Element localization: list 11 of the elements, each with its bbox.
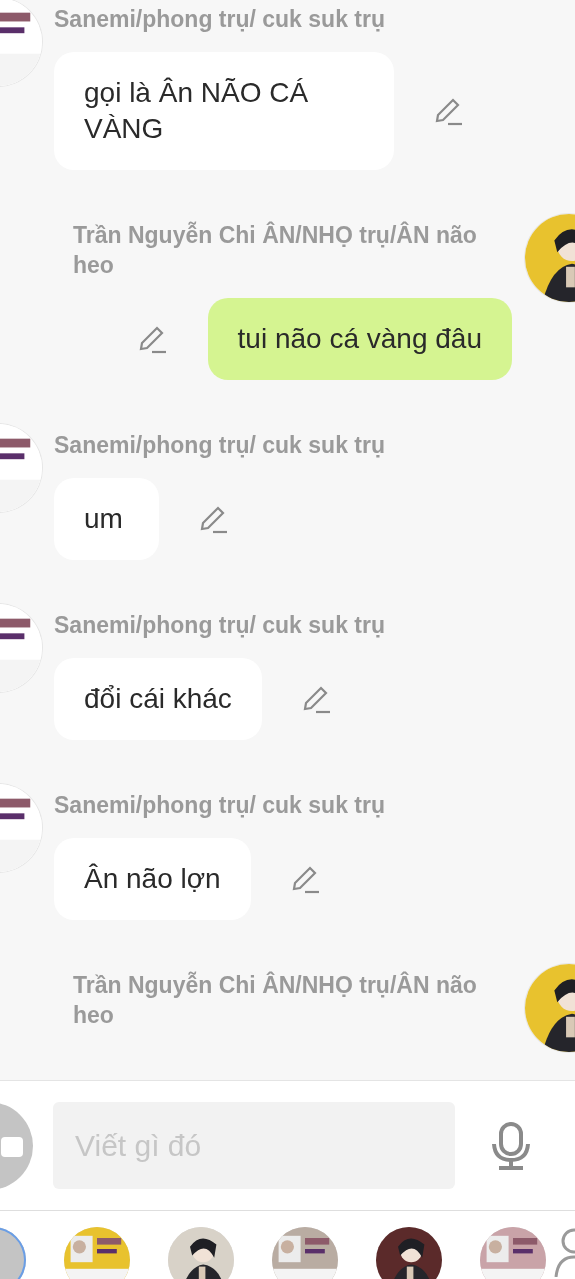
message-bubble: tui não cá vàng đâu [207, 298, 512, 380]
sender-name: Sanemi/phong trụ/ cuk suk trụ [54, 611, 385, 640]
sender-name: Sanemi/phong trụ/ cuk suk trụ [54, 791, 385, 820]
sender-name: Trần Nguyễn Chi ÂN/NHỌ trụ/ÂN não heo [73, 970, 478, 1030]
message-bubble: đổi cái khác [54, 658, 262, 740]
message-bubble: gọi là Ân NÃO CÁ VÀNG [54, 52, 394, 170]
sender-name: Sanemi/phong trụ/ cuk suk trụ [54, 5, 385, 34]
sender-name: Sanemi/phong trụ/ cuk suk trụ [54, 431, 385, 460]
message-bubble: um [54, 478, 159, 560]
message-bubble: Ân não lợn [54, 838, 251, 920]
sender-name: Trần Nguyễn Chi ÂN/NHỌ trụ/ÂN não heo [73, 220, 478, 280]
